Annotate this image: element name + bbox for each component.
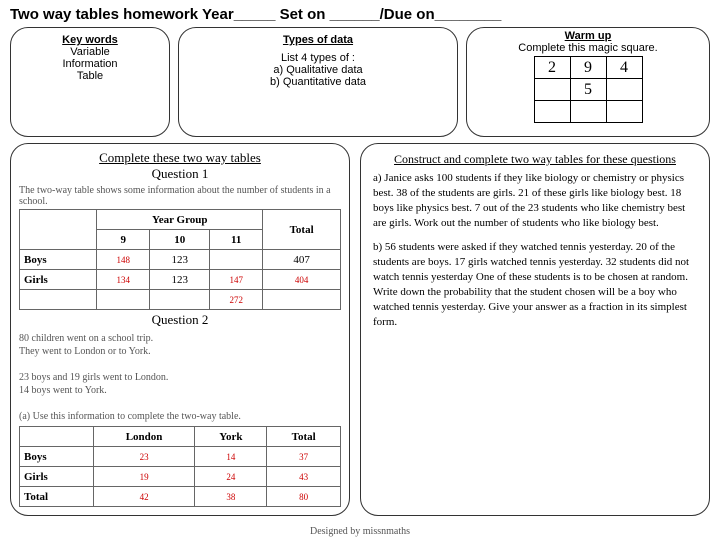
magic-square: 294 5: [534, 56, 643, 123]
t1-desc: The two-way table shows some information…: [19, 185, 341, 207]
table-q2: London York Total Boys 23 14 37 Girls 19…: [19, 426, 341, 507]
top-row: Key words Variable Information Table Typ…: [10, 27, 710, 137]
types-line: b) Quantitative data: [189, 76, 447, 88]
q2-intro: 80 children went on a school trip.They w…: [19, 332, 341, 423]
types-heading: Types of data: [189, 34, 447, 46]
footer: Designed by missnmaths: [0, 526, 720, 537]
table-q1: Year Group Total 9 10 11 Boys 148 123 40…: [19, 209, 341, 310]
question-b: b) 56 students were asked if they watche…: [373, 240, 697, 329]
keyword-item: Information: [21, 58, 159, 70]
left-heading: Complete these two way tables Question 1: [19, 150, 341, 182]
types-line: a) Qualitative data: [189, 64, 447, 76]
warmup-sub: Complete this magic square.: [477, 42, 699, 54]
warmup-heading: Warm up: [477, 30, 699, 42]
right-panel: Construct and complete two way tables fo…: [360, 143, 710, 516]
keywords-heading: Key words: [21, 34, 159, 46]
right-heading: Construct and complete two way tables fo…: [373, 152, 697, 167]
keyword-item: Table: [21, 70, 159, 82]
warmup-panel: Warm up Complete this magic square. 294 …: [466, 27, 710, 137]
bottom-row: Complete these two way tables Question 1…: [10, 143, 710, 516]
question-a: a) Janice asks 100 students if they like…: [373, 171, 697, 230]
types-intro: List 4 types of :: [189, 52, 447, 64]
keywords-panel: Key words Variable Information Table: [10, 27, 170, 137]
q2-heading: Question 2: [19, 312, 341, 328]
keyword-item: Variable: [21, 46, 159, 58]
types-panel: Types of data List 4 types of : a) Quali…: [178, 27, 458, 137]
left-panel: Complete these two way tables Question 1…: [10, 143, 350, 516]
page-title: Two way tables homework Year_____ Set on…: [10, 6, 710, 23]
